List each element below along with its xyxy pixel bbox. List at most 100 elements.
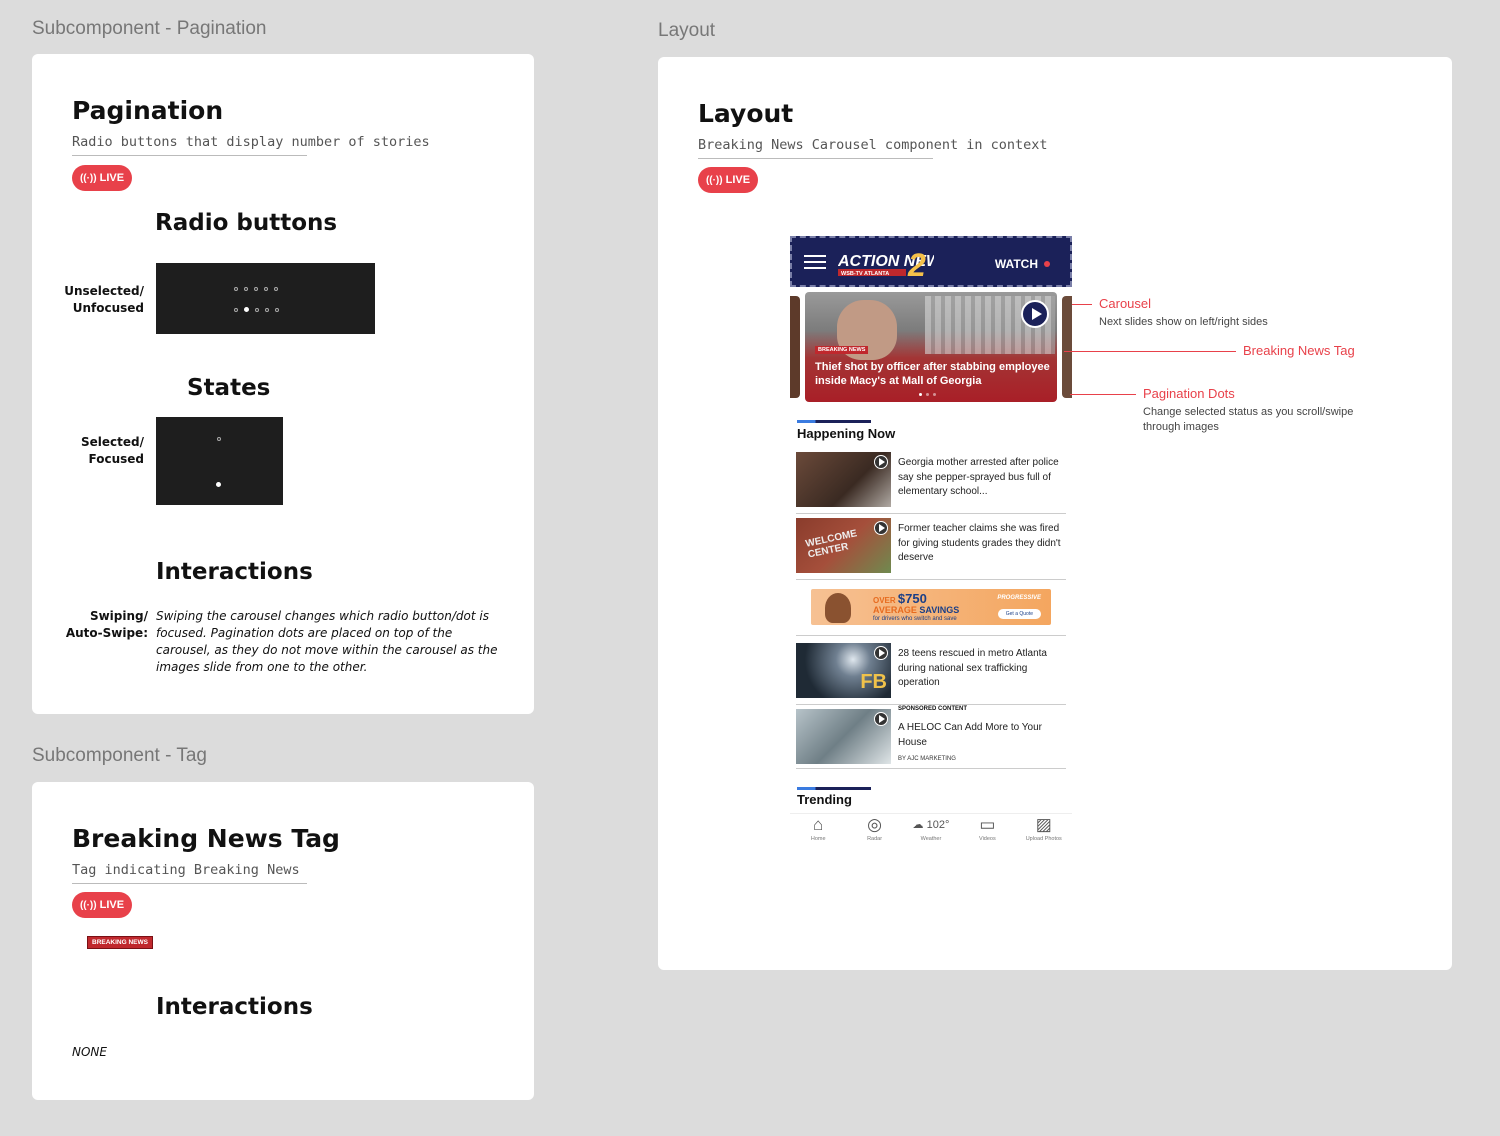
bottom-tab-bar: ⌂ Home ◎ Radar ☁ 102° Weather ▭ Videos ▨… [790,813,1072,851]
live-button[interactable]: ((·)) LIVE [72,165,132,191]
section-accent-bar [797,787,871,790]
app-header: ACTION NEWS WSB-TV ATLANTA 2 WATCH [790,236,1072,287]
video-icon: ▭ [979,815,996,834]
live-dot-icon [1044,261,1050,267]
carousel-prev-peek[interactable] [790,296,800,398]
action-news-logo[interactable]: ACTION NEWS WSB-TV ATLANTA 2 [838,247,934,279]
radio-dot-unselected[interactable] [217,437,221,441]
slide-headline[interactable]: Thief shot by officer after stabbing emp… [815,360,1050,388]
section-label-tag: Subcomponent - Tag [32,745,207,766]
play-icon[interactable] [874,646,888,660]
ad-brand: PROGRESSIVE [997,595,1041,601]
tab-videos[interactable]: ▭ Videos [962,814,1012,851]
carousel-annotation-desc: Next slides show on left/right sides [1099,316,1268,328]
pagination-card: Pagination Radio buttons that display nu… [32,54,534,714]
phone-mockup: ACTION NEWS WSB-TV ATLANTA 2 WATCH BREAK… [790,236,1073,851]
card-subtitle-text: Breaking News Carousel component in cont… [698,137,1048,153]
live-label: LIVE [99,172,125,184]
pagination-dot-active[interactable] [919,393,922,396]
section-label-layout: Layout [658,20,716,41]
ad-cta-button[interactable]: Get a Quote [997,609,1041,619]
live-label: LIVE [99,899,125,911]
sponsored-story-item[interactable]: SPONSORED CONTENT A HELOC Can Add More t… [796,706,1068,769]
live-button[interactable]: ((·)) LIVE [72,892,132,918]
logo-number: 2 [907,247,926,279]
unselected-label-line2: Unfocused [72,301,144,315]
carousel-slide[interactable]: BREAKING NEWS Thief shot by officer afte… [805,292,1057,402]
trending-title: Trending [797,792,852,807]
tab-upload-photos[interactable]: ▨ Upload Photos [1019,814,1069,851]
story-item[interactable]: WELCOME CENTER Former teacher claims she… [796,518,1066,580]
swipe-label-line2: Auto-Swipe: [65,626,148,640]
story-thumbnail: FB [796,643,891,698]
story-headline[interactable]: A HELOC Can Add More to Your House [898,721,1068,750]
swipe-description: Swiping the carousel changes which radio… [156,609,498,674]
pagination-dots [919,393,936,396]
play-icon[interactable] [874,521,888,535]
radio-dot-selected[interactable] [244,307,249,312]
radio-preview-box [156,263,375,334]
carousel-annotation-line [1072,304,1092,305]
pagination-dot[interactable] [933,393,936,396]
radio-dot[interactable] [254,287,258,291]
ad-amount: $750 [897,591,927,606]
radio-dot[interactable] [274,287,278,291]
live-button[interactable]: ((·)) LIVE [698,167,758,193]
progressive-ad[interactable]: OVER $750 AVERAGE SAVINGS for drivers wh… [811,589,1051,625]
story-headline[interactable]: Georgia mother arrested after police say… [898,456,1068,500]
card-subtitle: Breaking News Carousel component in cont… [698,137,1048,159]
tab-label: Home [810,836,826,842]
radio-dot[interactable] [275,307,279,312]
pagination-dot[interactable] [926,393,929,396]
interactions-value: NONE [72,1045,107,1059]
story-item[interactable]: FB 28 teens rescued in metro Atlanta dur… [796,643,1066,705]
ad-line3: for drivers who switch and save [873,616,957,622]
story-thumbnail [796,452,891,507]
play-icon[interactable] [1021,300,1049,328]
tag-annotation-line [1064,351,1236,352]
sponsored-label: SPONSORED CONTENT [898,706,968,712]
radio-dot[interactable] [255,307,259,312]
radio-dot[interactable] [265,307,269,312]
weather-temp: 102° [926,819,950,831]
card-subtitle-text: Radio buttons that display number of sto… [72,134,430,150]
radio-dot[interactable] [264,287,268,291]
radar-icon: ◎ [867,815,882,834]
play-icon[interactable] [874,455,888,469]
selected-label-line1: Selected/ [81,435,144,449]
selected-label-line2: Focused [88,452,144,466]
tab-radar[interactable]: ◎ Radar [850,814,900,851]
tab-weather[interactable]: ☁ 102° Weather [906,814,956,851]
broadcast-icon: ((·)) [705,174,723,186]
unselected-label: Unselected/ Unfocused [52,283,144,317]
play-icon[interactable] [874,712,888,726]
unselected-label-line1: Unselected/ [64,284,144,298]
pagination-dots-selected [234,307,279,312]
story-item[interactable]: Georgia mother arrested after police say… [796,452,1066,514]
story-headline[interactable]: Former teacher claims she was fired for … [898,522,1068,566]
broadcast-icon: ((·)) [79,172,97,184]
home-icon: ⌂ [813,815,824,834]
tab-home[interactable]: ⌂ Home [793,814,843,851]
card-title: Pagination [72,96,224,125]
radio-buttons-heading: Radio buttons [155,210,338,236]
story-headline[interactable]: 28 teens rescued in metro Atlanta during… [898,647,1068,691]
tag-card: Breaking News Tag Tag indicating Breakin… [32,782,534,1100]
card-title: Breaking News Tag [72,824,340,853]
watch-button[interactable]: WATCH [995,257,1038,271]
carousel-next-peek[interactable] [1062,296,1072,398]
tab-label: Videos [979,836,996,842]
tab-label: Weather [920,836,942,842]
ad-savings: SAVINGS [919,605,960,615]
card-title: Layout [698,99,794,128]
menu-icon[interactable] [804,255,826,269]
tab-label: Upload Photos [1025,836,1062,842]
selected-label: Selected/ Focused [52,434,144,468]
radio-dot[interactable] [244,287,248,291]
radio-dot[interactable] [234,287,238,291]
logo-subtext: WSB-TV ATLANTA [841,271,889,277]
radio-dot-selected[interactable] [216,482,221,487]
radio-dot[interactable] [234,307,238,312]
dots-annotation-desc: Change selected status as you scroll/swi… [1143,406,1354,433]
carousel-annotation-title: Carousel [1099,296,1152,311]
